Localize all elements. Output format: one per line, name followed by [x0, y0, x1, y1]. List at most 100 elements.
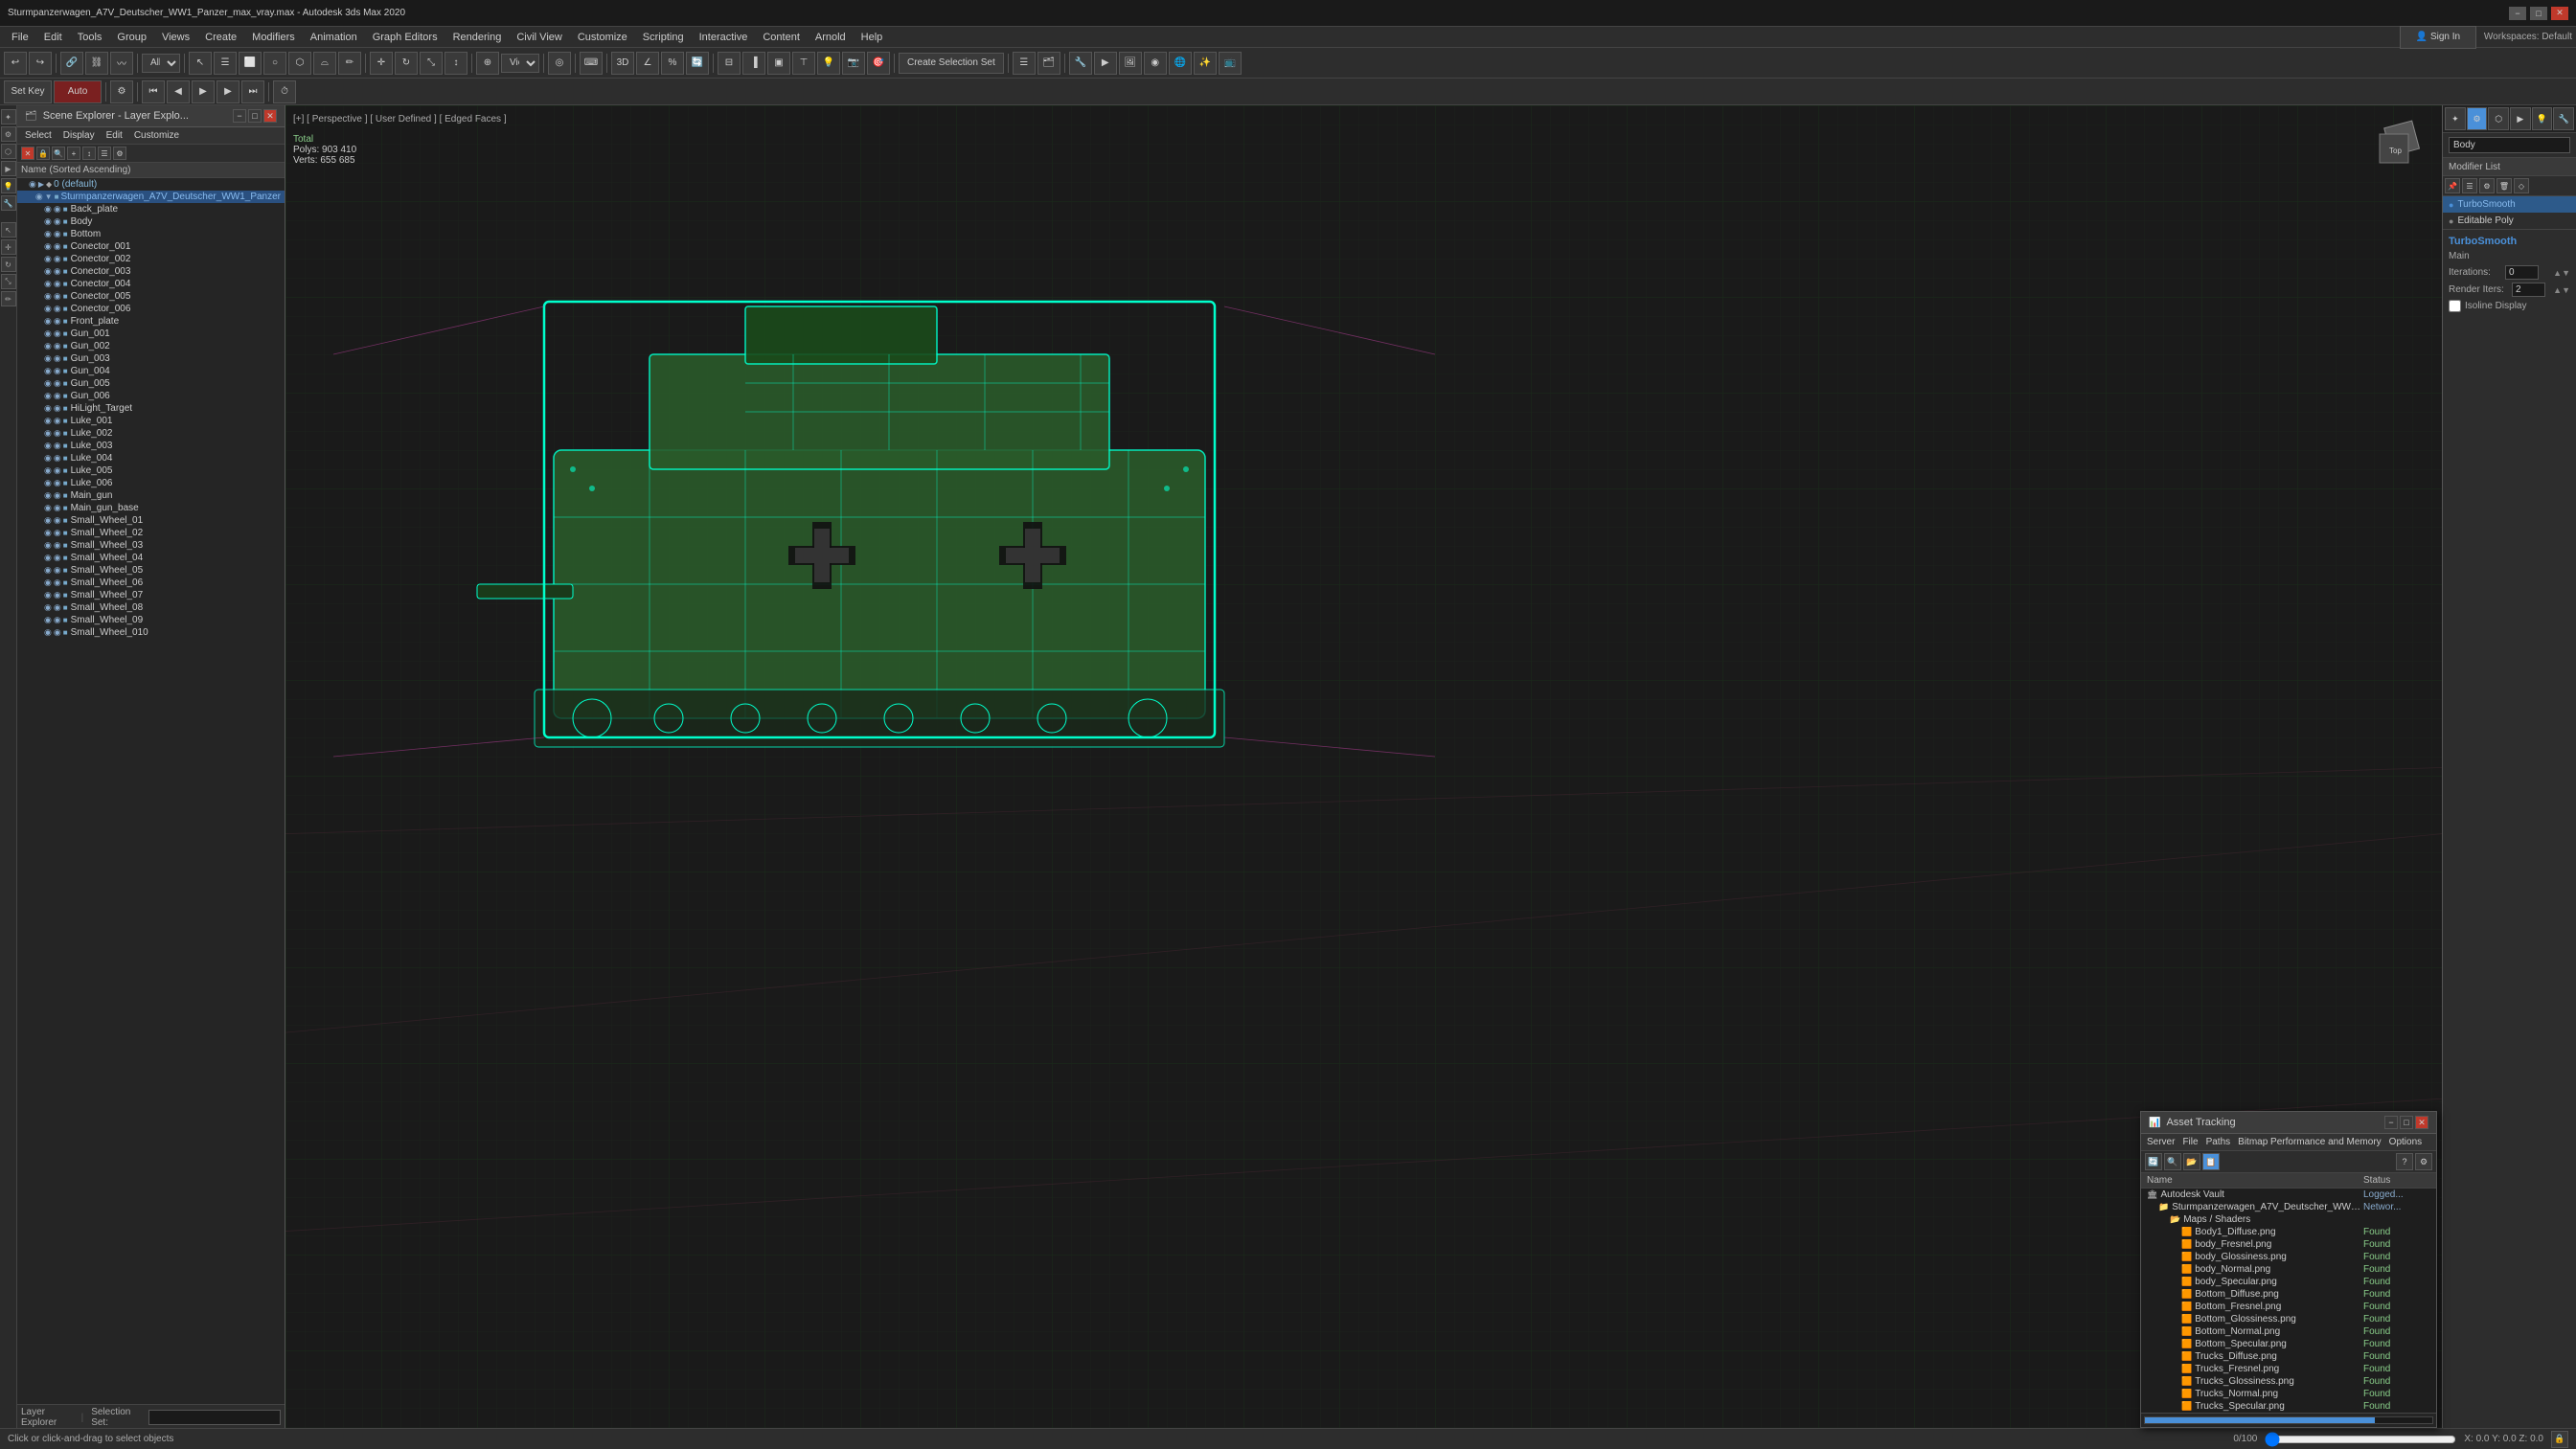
asset-item[interactable]: 🟧 Bottom_Fresnel.png Found — [2141, 1301, 2436, 1313]
use-pivot-button[interactable]: ◎ — [548, 52, 571, 75]
key-filters-button[interactable]: ⚙ — [110, 80, 133, 103]
isoline-checkbox[interactable] — [2449, 300, 2461, 312]
paint-tool[interactable]: ✏ — [1, 291, 16, 306]
view-dropdown[interactable]: View — [501, 54, 539, 73]
layer-manager-button[interactable]: ☰ — [1013, 52, 1036, 75]
scene-item-gun-002[interactable]: ◉ ◉ ■ Gun_002 — [17, 340, 285, 352]
asset-item[interactable]: 🟧 Trucks_Specular.png Found — [2141, 1400, 2436, 1413]
scene-item-conector-005[interactable]: ◉ ◉ ■ Conector_005 — [17, 290, 285, 303]
bind-to-space-warp[interactable]: 〰 — [110, 52, 133, 75]
sign-in-button[interactable]: 👤 Sign In — [2400, 26, 2476, 49]
render-iters-spin[interactable]: ▲▼ — [2553, 285, 2570, 295]
se-lock-btn[interactable]: 🔒 — [36, 147, 50, 160]
go-end-button[interactable]: ⏭ — [241, 80, 264, 103]
select-rotate-button[interactable]: ↻ — [395, 52, 418, 75]
editable-poly-item[interactable]: ● Editable Poly — [2443, 213, 2576, 229]
pin-stack-btn[interactable]: 📌 — [2445, 178, 2460, 193]
scene-item-back-plate[interactable]: ◉ ◉ ■ Back_plate — [17, 203, 285, 215]
material-editor-button[interactable]: ◉ — [1144, 52, 1167, 75]
rect-select-button[interactable]: ⬜ — [239, 52, 262, 75]
scene-item-small-wheel-04[interactable]: ◉ ◉ ■ Small_Wheel_04 — [17, 552, 285, 564]
at-menu-bitmap[interactable]: Bitmap Performance and Memory — [2238, 1137, 2382, 1147]
render-env-button[interactable]: 🌐 — [1169, 52, 1192, 75]
at-highlight-btn[interactable]: 📋 — [2202, 1153, 2220, 1170]
filter-dropdown[interactable]: All — [142, 54, 180, 73]
se-add-btn[interactable]: + — [67, 147, 80, 160]
scene-item-small-wheel-05[interactable]: ◉ ◉ ■ Small_Wheel_05 — [17, 564, 285, 577]
scene-item-luke-006[interactable]: ◉ ◉ ■ Luke_006 — [17, 477, 285, 489]
quick-render-button[interactable]: 🖼 — [1119, 52, 1142, 75]
select-tool[interactable]: ↖ — [1, 222, 16, 238]
render-setup-button[interactable]: 🔧 — [1069, 52, 1092, 75]
scene-item-conector-006[interactable]: ◉ ◉ ■ Conector_006 — [17, 303, 285, 315]
asset-item[interactable]: 📂 Maps / Shaders — [2141, 1213, 2436, 1226]
modify-panel-tab[interactable]: ⚙ — [1, 126, 16, 142]
mirror-button[interactable]: ⊟ — [718, 52, 741, 75]
at-settings-btn[interactable]: ⚙ — [2415, 1153, 2432, 1170]
scene-item-body[interactable]: ◉ ◉ ■ Body — [17, 215, 285, 228]
scene-item-conector-004[interactable]: ◉ ◉ ■ Conector_004 — [17, 278, 285, 290]
display-tab[interactable]: 💡 — [2532, 107, 2553, 130]
move-tool[interactable]: ✛ — [1, 239, 16, 255]
scene-item-luke-001[interactable]: ◉ ◉ ■ Luke_001 — [17, 415, 285, 427]
make-unique-btn[interactable]: ◇ — [2514, 178, 2529, 193]
viewport[interactable]: [+] [ Perspective ] [ User Defined ] [ E… — [285, 105, 2442, 1430]
scene-item-hilight-target[interactable]: ◉ ◉ ■ HiLight_Target — [17, 402, 285, 415]
at-find-btn[interactable]: 🔍 — [2164, 1153, 2181, 1170]
scene-item-luke-002[interactable]: ◉ ◉ ■ Luke_002 — [17, 427, 285, 440]
turbosmooth-modifier-item[interactable]: ● TurboSmooth — [2443, 196, 2576, 213]
create-panel-tab[interactable]: ✦ — [1, 109, 16, 125]
asset-item[interactable]: 🟧 Bottom_Normal.png Found — [2141, 1325, 2436, 1338]
lasso-select-button[interactable]: ⌓ — [313, 52, 336, 75]
asset-item[interactable]: 🟧 body_Specular.png Found — [2141, 1276, 2436, 1288]
normal-align-button[interactable]: ⊤ — [792, 52, 815, 75]
menu-rendering[interactable]: Rendering — [445, 30, 510, 45]
scene-item-small-wheel-03[interactable]: ◉ ◉ ■ Small_Wheel_03 — [17, 539, 285, 552]
asset-item[interactable]: 🟧 Trucks_Normal.png Found — [2141, 1388, 2436, 1400]
scene-item-main-gun[interactable]: ◉ ◉ ■ Main_gun — [17, 489, 285, 502]
asset-item[interactable]: 🟧 Trucks_Diffuse.png Found — [2141, 1350, 2436, 1363]
menu-create[interactable]: Create — [197, 30, 244, 45]
at-paths-btn[interactable]: 📂 — [2183, 1153, 2200, 1170]
scene-explorer-close[interactable]: ✕ — [263, 109, 277, 123]
paint-select-button[interactable]: ✏ — [338, 52, 361, 75]
select-link-button[interactable]: 🔗 — [60, 52, 83, 75]
select-scale-button[interactable]: ⤡ — [420, 52, 443, 75]
menu-help[interactable]: Help — [854, 30, 891, 45]
timeline-scrubber[interactable] — [2265, 1432, 2456, 1447]
asset-item[interactable]: 🟧 Bottom_Specular.png Found — [2141, 1338, 2436, 1350]
create-tab[interactable]: ✦ — [2445, 107, 2466, 130]
nav-cube[interactable]: Top — [2375, 120, 2428, 172]
scene-item-luke-005[interactable]: ◉ ◉ ■ Luke_005 — [17, 464, 285, 477]
asset-item[interactable]: 🟧 Trucks_Glossiness.png Found — [2141, 1375, 2436, 1388]
display-panel-tab[interactable]: 💡 — [1, 178, 16, 193]
render-button[interactable]: ▶ — [1094, 52, 1117, 75]
menu-edit[interactable]: Edit — [36, 30, 70, 45]
go-start-button[interactable]: ⏮ — [142, 80, 165, 103]
place-highlight-button[interactable]: 💡 — [817, 52, 840, 75]
spinner-snap-button[interactable]: 🔄 — [686, 52, 709, 75]
hierarchy-panel-tab[interactable]: ⬡ — [1, 144, 16, 159]
asset-item[interactable]: 🟧 Bottom_Diffuse.png Found — [2141, 1288, 2436, 1301]
scene-item-small-wheel-08[interactable]: ◉ ◉ ■ Small_Wheel_08 — [17, 601, 285, 614]
scene-item-small-wheel-010[interactable]: ◉ ◉ ■ Small_Wheel_010 — [17, 626, 285, 639]
scene-item-gun-003[interactable]: ◉ ◉ ■ Gun_003 — [17, 352, 285, 365]
ref-coord-button[interactable]: ⊕ — [476, 52, 499, 75]
iterations-spin[interactable]: ▲▼ — [2553, 268, 2570, 278]
scene-item-conector-002[interactable]: ◉ ◉ ■ Conector_002 — [17, 253, 285, 265]
at-help-btn[interactable]: ? — [2396, 1153, 2413, 1170]
asset-item[interactable]: 🟧 body_Fresnel.png Found — [2141, 1238, 2436, 1251]
scene-item-main-object[interactable]: ◉ ▼ ■ Sturmpanzerwagen_A7V_Deutscher_WW1… — [17, 191, 285, 203]
se-menu-display[interactable]: Display — [63, 130, 95, 141]
scene-item-small-wheel-07[interactable]: ◉ ◉ ■ Small_Wheel_07 — [17, 589, 285, 601]
asset-item[interactable]: 🟧 body_Normal.png Found — [2141, 1263, 2436, 1276]
play-button[interactable]: ▶ — [192, 80, 215, 103]
scene-item-small-wheel-06[interactable]: ◉ ◉ ■ Small_Wheel_06 — [17, 577, 285, 589]
scene-item-luke-004[interactable]: ◉ ◉ ■ Luke_004 — [17, 452, 285, 464]
menu-customize[interactable]: Customize — [570, 30, 635, 45]
se-menu-select[interactable]: Select — [25, 130, 52, 141]
menu-arnold[interactable]: Arnold — [808, 30, 854, 45]
at-refresh-btn[interactable]: 🔄 — [2145, 1153, 2162, 1170]
se-find-btn[interactable]: 🔍 — [52, 147, 65, 160]
asset-item[interactable]: 🟧 Bottom_Glossiness.png Found — [2141, 1313, 2436, 1325]
